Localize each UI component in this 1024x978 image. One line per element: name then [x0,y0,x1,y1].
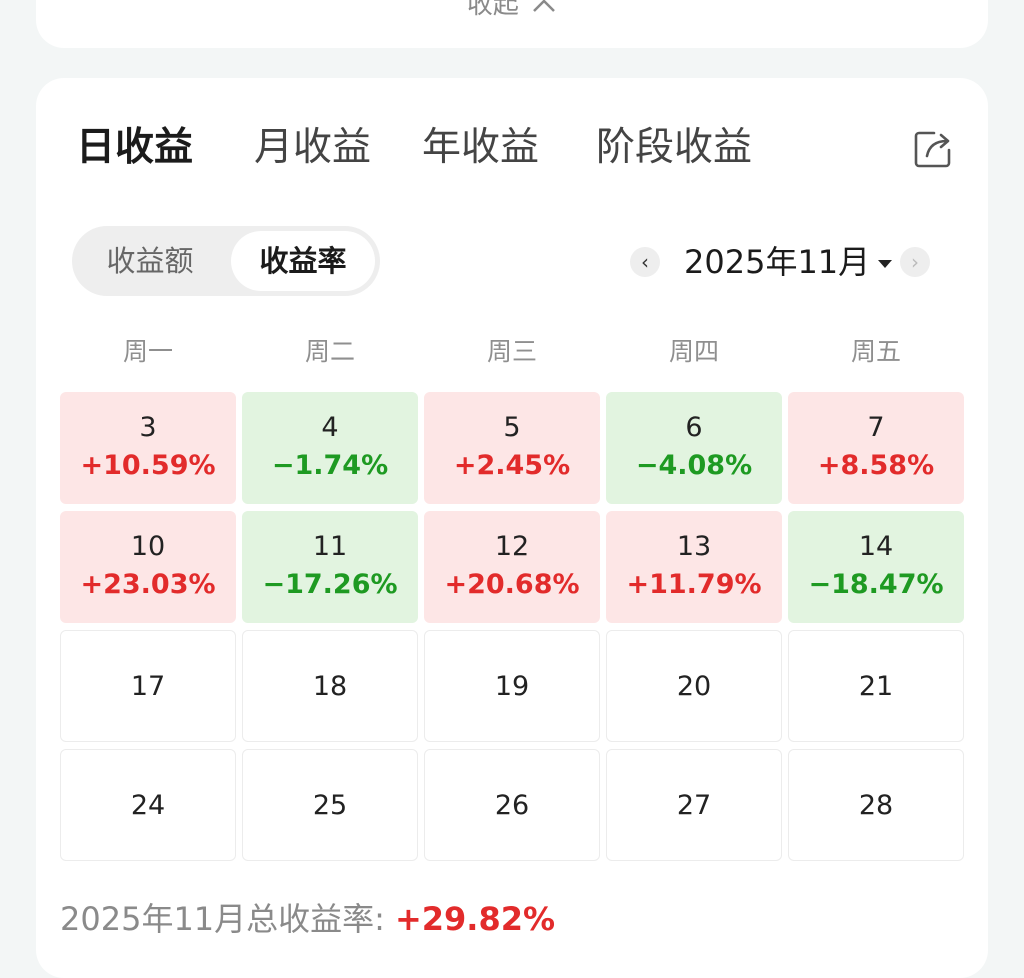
month-label: 2025年11月 [684,243,871,281]
weekday-label: 周三 [486,337,537,366]
day-number: 21 [858,671,894,702]
tab-period-earnings[interactable]: 阶段收益 [596,120,752,176]
calendar-day-cell[interactable]: 12 +20.68% [424,511,600,623]
earnings-calendar-card: 日收益 月收益 年收益 阶段收益 收益额 收益率 ‹ 2025年11月 › 周一… [36,78,988,978]
collapse-button[interactable]: 收起 [36,0,988,21]
calendar-day-cell[interactable]: 18 [242,630,418,742]
calendar-day-cell[interactable]: 14 −18.47% [788,511,964,623]
day-number: 4 [321,412,339,443]
calendar-day-cell[interactable]: 13 +11.79% [606,511,782,623]
day-number: 24 [130,790,166,821]
month-navigator: ‹ 2025年11月 › [630,240,930,284]
month-selector[interactable]: 2025年11月 [684,240,893,284]
calendar-day-cell[interactable]: 26 [424,749,600,861]
toggle-rate[interactable]: 收益率 [231,231,375,291]
day-number: 19 [494,671,530,702]
day-number: 27 [676,790,712,821]
weekday-label: 周五 [850,337,901,366]
collapse-label: 收起 [466,0,519,20]
tab-monthly-earnings[interactable]: 月收益 [254,120,371,176]
day-return-rate: +10.59% [80,450,216,481]
day-return-rate: −4.08% [635,450,753,481]
calendar-day-cell[interactable]: 11 −17.26% [242,511,418,623]
day-number: 3 [139,412,157,443]
metric-toggle: 收益额 收益率 [72,226,380,296]
day-return-rate: −1.74% [271,450,389,481]
calendar-day-cell[interactable]: 24 [60,749,236,861]
day-return-rate: +23.03% [80,569,216,600]
day-return-rate: +8.58% [817,450,935,481]
day-return-rate: −18.47% [808,569,944,600]
weekday-label: 周二 [304,337,355,366]
weekday-label: 周一 [122,337,173,366]
day-number: 6 [685,412,703,443]
earnings-tabs: 日收益 月收益 年收益 阶段收益 [76,120,956,233]
day-return-rate: +20.68% [444,569,580,600]
monthly-summary: 2025年11月总收益率: +29.82% [60,894,555,940]
calendar-day-cell[interactable]: 17 [60,630,236,742]
day-number: 20 [676,671,712,702]
day-return-rate: +11.79% [626,569,762,600]
calendar-day-cell[interactable]: 5 +2.45% [424,392,600,504]
calendar-day-cell[interactable]: 3 +10.59% [60,392,236,504]
calendar-day-cell[interactable]: 7 +8.58% [788,392,964,504]
share-icon [914,131,951,168]
day-number: 25 [312,790,348,821]
tab-yearly-earnings[interactable]: 年收益 [422,120,539,176]
day-return-rate: −17.26% [262,569,398,600]
collapsed-section-card: 收起 [36,0,988,48]
prev-month-button[interactable]: ‹ [630,247,660,277]
summary-total-rate: +29.82% [394,900,556,938]
next-month-button[interactable]: › [900,247,930,277]
day-number: 5 [503,412,521,443]
tab-daily-earnings[interactable]: 日收益 [76,120,193,176]
calendar-day-cell[interactable]: 10 +23.03% [60,511,236,623]
day-number: 7 [867,412,885,443]
summary-label: 2025年11月总收益率: [60,900,385,938]
share-button[interactable] [912,128,954,170]
toggle-amount[interactable]: 收益额 [80,231,220,291]
calendar-day-cell[interactable]: 27 [606,749,782,861]
day-number: 12 [494,531,530,562]
calendar-day-cell[interactable]: 28 [788,749,964,861]
day-number: 28 [858,790,894,821]
chevron-up-icon [533,0,556,12]
calendar-day-cell[interactable]: 19 [424,630,600,742]
day-number: 14 [858,531,894,562]
calendar-day-cell[interactable]: 25 [242,749,418,861]
day-number: 13 [676,531,712,562]
calendar-day-cell[interactable]: 20 [606,630,782,742]
day-return-rate: +2.45% [453,450,571,481]
day-number: 11 [312,531,348,562]
weekday-label: 周四 [668,337,719,366]
day-number: 10 [130,531,166,562]
day-number: 26 [494,790,530,821]
calendar-day-cell[interactable]: 4 −1.74% [242,392,418,504]
calendar-day-cell[interactable]: 6 −4.08% [606,392,782,504]
day-number: 17 [130,671,166,702]
calendar-day-cell[interactable]: 21 [788,630,964,742]
day-number: 18 [312,671,348,702]
weekday-header: 周一 周二 周三 周四 周五 [60,332,966,368]
caret-down-icon [878,260,893,268]
